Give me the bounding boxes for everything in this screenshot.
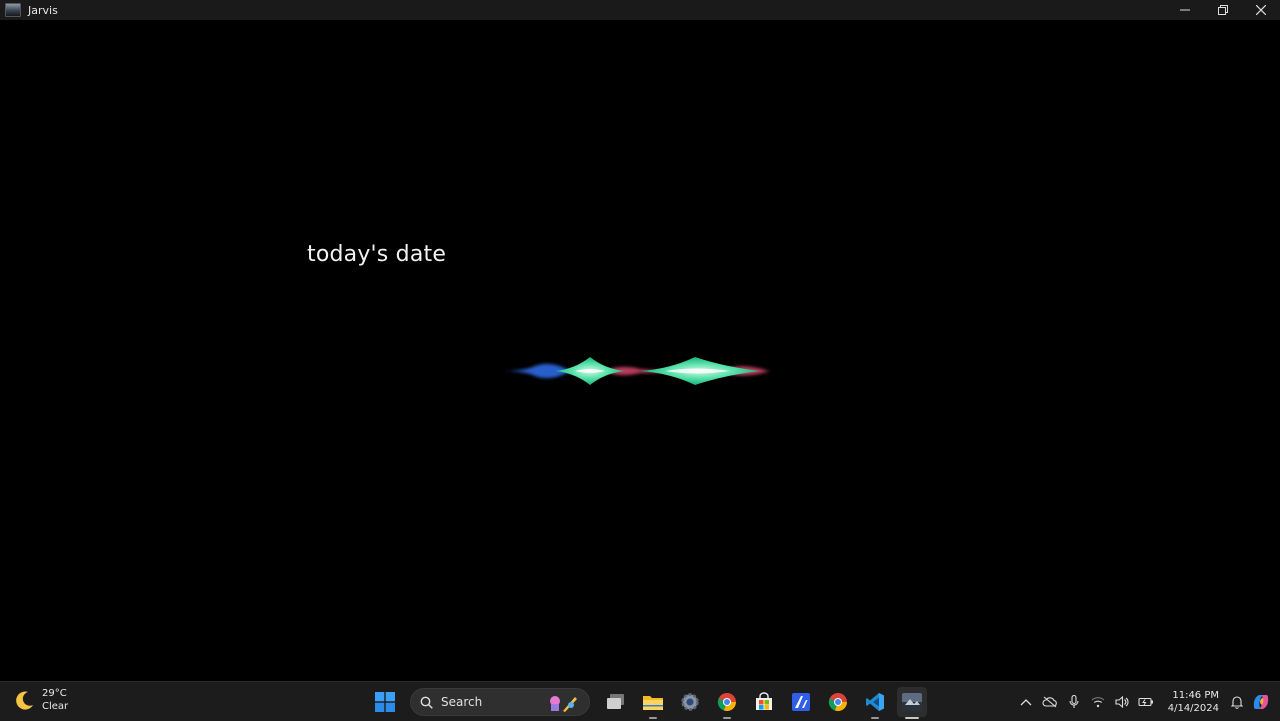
voice-waveform [320, 357, 960, 385]
wifi-button[interactable] [1087, 691, 1109, 713]
settings-button[interactable] [675, 687, 705, 717]
copilot-icon [1253, 694, 1269, 709]
running-indicator [870, 717, 879, 719]
windows-logo-icon [374, 692, 395, 712]
onedrive-button[interactable] [1039, 691, 1061, 713]
restore-button[interactable] [1204, 0, 1242, 20]
chrome-profile-button[interactable] [823, 687, 853, 717]
vscode-icon [865, 693, 884, 711]
window-controls [1166, 0, 1280, 20]
clock-date: 4/14/2024 [1167, 702, 1219, 714]
restore-icon [1218, 5, 1228, 15]
cloud-offline-icon [1042, 696, 1057, 707]
minimize-button[interactable] [1166, 0, 1204, 20]
gear-icon [680, 693, 699, 711]
clock-time: 11:46 PM [1172, 689, 1219, 701]
running-indicator [722, 717, 731, 719]
moon-icon [16, 691, 33, 710]
store-button[interactable] [749, 687, 779, 717]
copilot-button[interactable] [1250, 691, 1272, 713]
minimize-icon [1180, 9, 1190, 11]
search-highlight-icon [550, 696, 577, 712]
weather-condition: Clear [42, 701, 69, 712]
wifi-icon [1091, 696, 1105, 707]
taskbar: 29°C Clear Search 11:46 PM 4/14/2024 [0, 681, 1280, 721]
close-icon [1256, 5, 1266, 15]
speaker-icon [1115, 695, 1129, 708]
battery-charging-icon [1138, 697, 1153, 706]
chrome-icon [828, 693, 847, 712]
title-bar: Jarvis [0, 0, 1280, 20]
running-indicator [904, 717, 919, 719]
file-explorer-button[interactable] [638, 687, 668, 719]
bell-icon [1231, 695, 1243, 709]
weather-temp: 29°C [42, 688, 67, 699]
search-label: Search [441, 695, 483, 709]
search-icon [420, 696, 433, 709]
app-icon [791, 693, 810, 711]
close-button[interactable] [1242, 0, 1280, 20]
jarvis-app-icon [5, 3, 21, 17]
jarvis-icon [901, 693, 922, 711]
start-button[interactable] [370, 687, 400, 717]
battery-button[interactable] [1135, 691, 1157, 713]
jarvis-taskbar-button[interactable] [896, 687, 927, 719]
chrome-icon [717, 693, 736, 712]
notifications-button[interactable] [1226, 691, 1248, 713]
microphone-button[interactable] [1063, 691, 1085, 713]
chrome-button[interactable] [712, 687, 742, 719]
speech-transcript: today's date [307, 242, 447, 267]
taskbar-clock[interactable]: 11:46 PM 4/14/2024 [1168, 689, 1219, 715]
folder-icon [642, 696, 663, 710]
chevron-up-icon [1020, 698, 1032, 705]
task-view-button[interactable] [601, 687, 631, 717]
weather-text: 29°C Clear [42, 687, 68, 713]
system-tray: 11:46 PM 4/14/2024 [1014, 682, 1280, 721]
jarvis-main-area: today's date [0, 20, 1280, 681]
taskbar-search[interactable]: Search [410, 688, 590, 716]
weather-widget[interactable]: 29°C Clear [14, 687, 68, 713]
microphone-icon [1069, 694, 1079, 708]
running-indicator [648, 717, 657, 719]
task-view-icon [606, 694, 624, 709]
volume-button[interactable] [1111, 691, 1133, 713]
vscode-button[interactable] [860, 687, 890, 719]
blue-app-button[interactable] [786, 687, 816, 717]
taskbar-pinned-apps: Search [366, 685, 930, 719]
store-icon [755, 692, 772, 710]
window-title: Jarvis [28, 3, 58, 17]
show-hidden-icons-button[interactable] [1015, 691, 1037, 713]
